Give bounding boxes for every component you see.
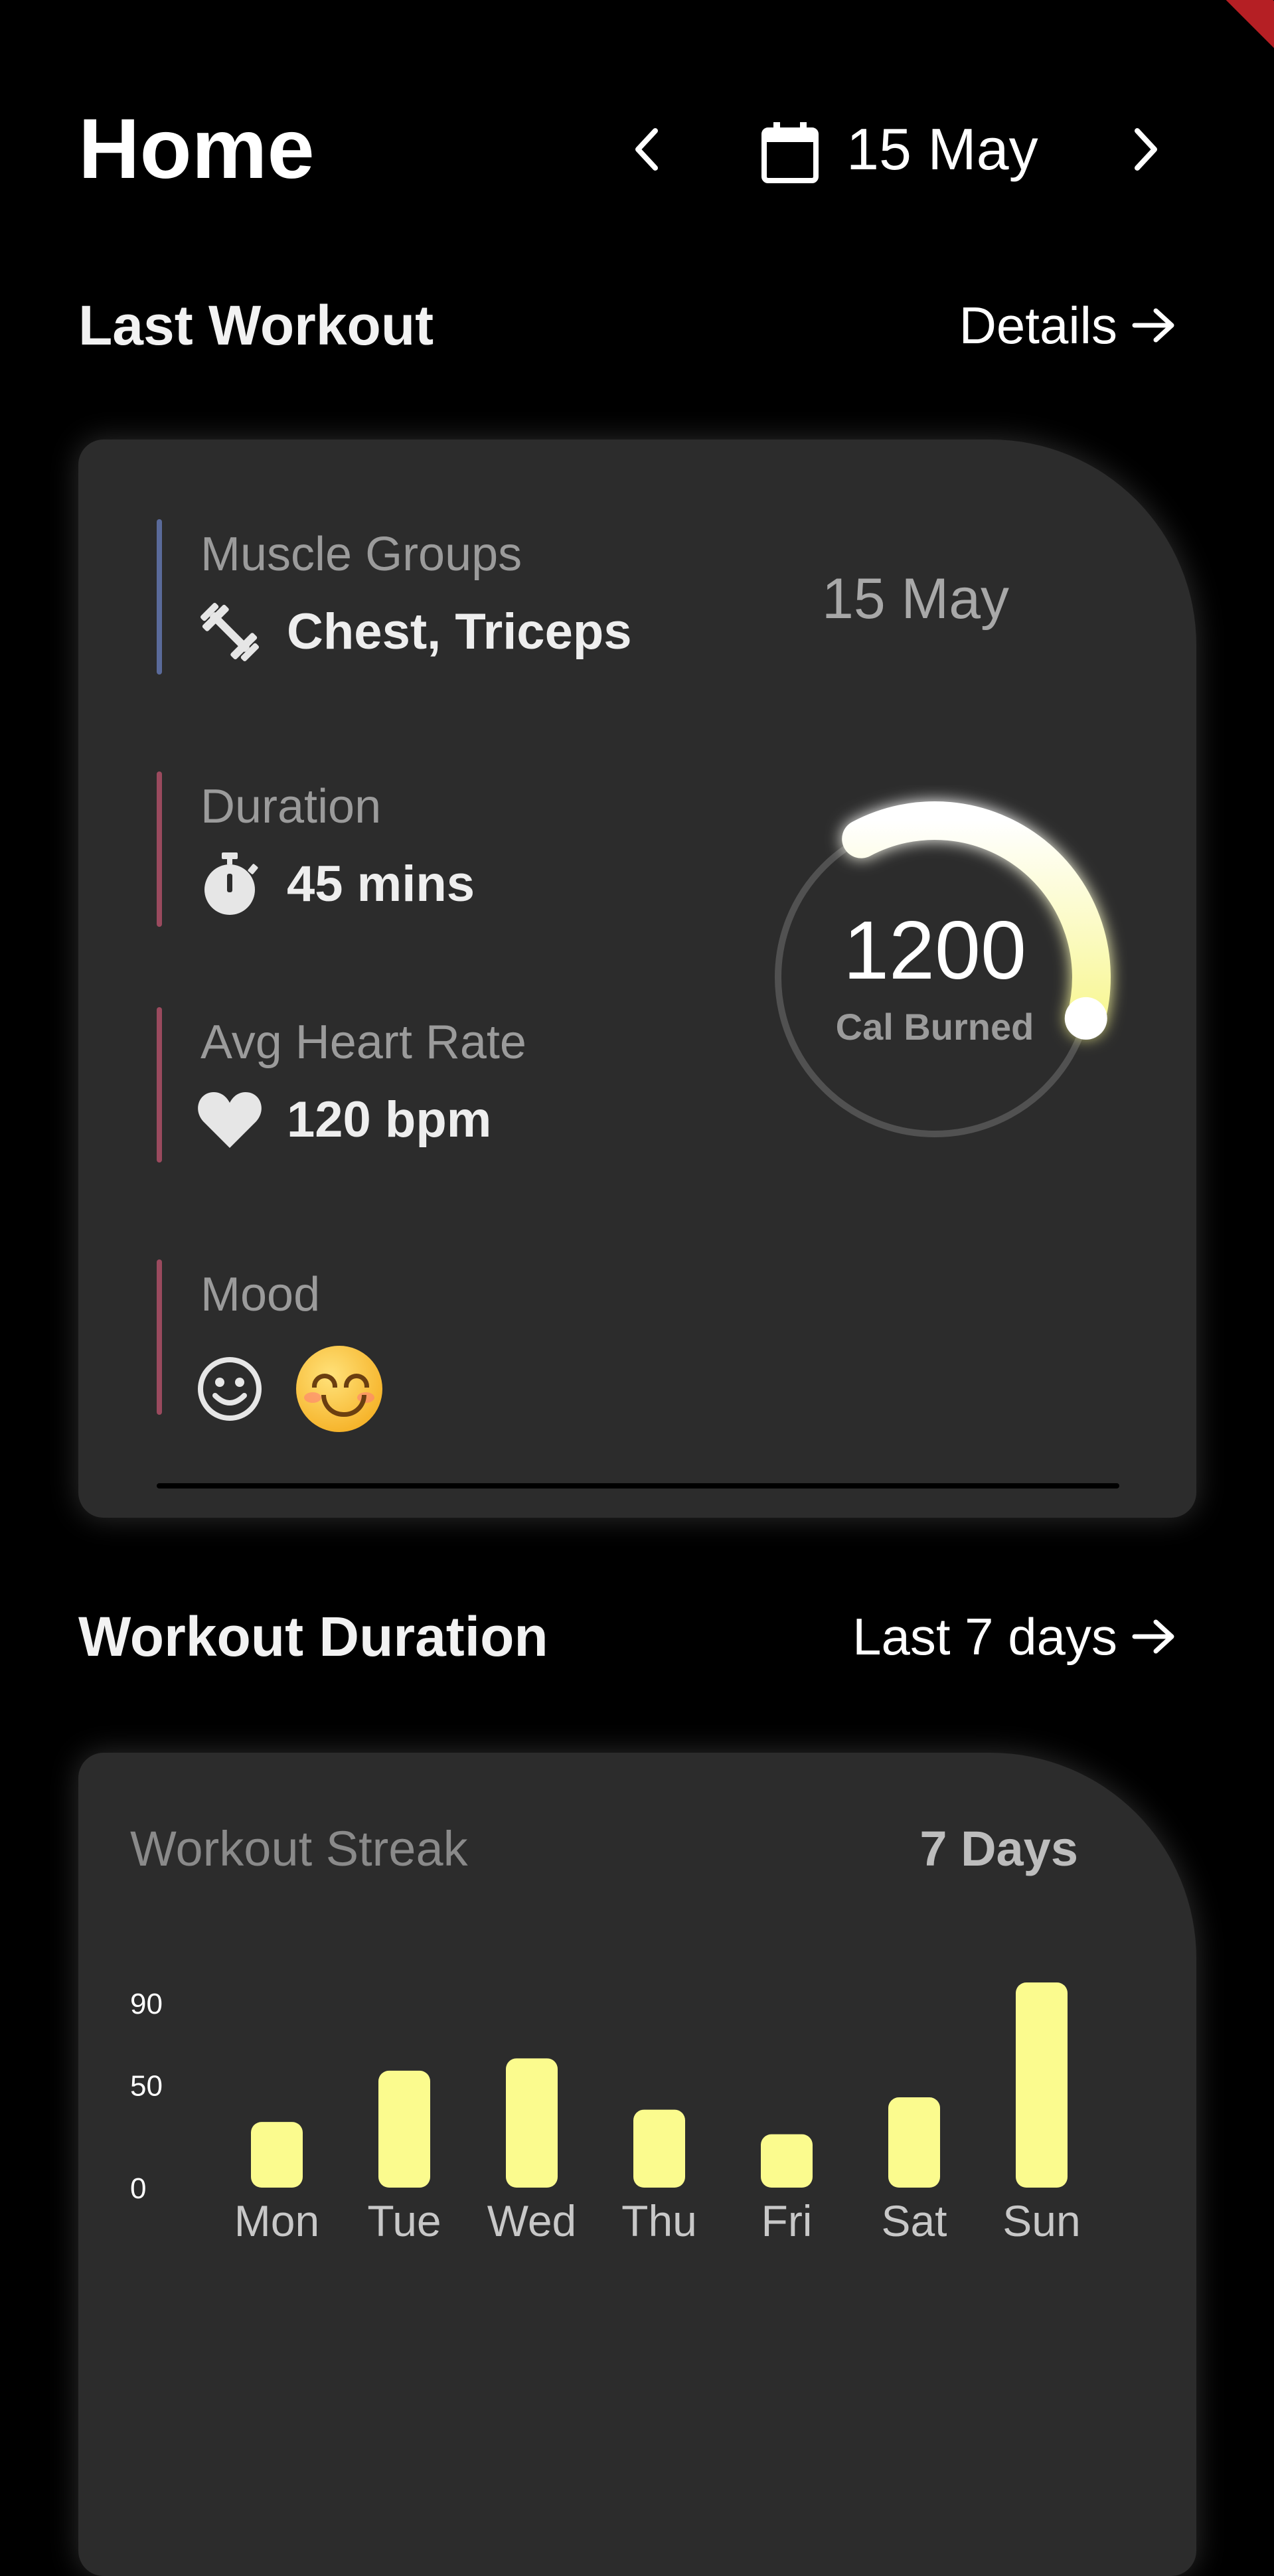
chevron-right-icon[interactable] (1115, 120, 1175, 179)
bar-mon[interactable] (251, 2122, 303, 2188)
x-tick-label: Sun (1002, 2196, 1080, 2245)
smiley-outline-icon (197, 1356, 263, 1422)
workout-streak-value: 7 Days (919, 1821, 1078, 1876)
muscle-groups-accent-bar (157, 519, 162, 675)
calendar-icon[interactable] (760, 121, 820, 188)
y-tick-label: 0 (130, 2172, 146, 2205)
page-title: Home (78, 102, 315, 197)
smiling-face-emoji-icon[interactable] (296, 1346, 382, 1432)
heart-rate-value: 120 bpm (287, 1091, 492, 1148)
x-tick-label: Mon (234, 2196, 319, 2245)
muscle-groups-label: Muscle Groups (200, 528, 522, 581)
last-workout-card[interactable]: Muscle Groups Chest, Triceps 15 May Dura… (78, 440, 1196, 1518)
y-tick-label: 50 (130, 2070, 163, 2103)
mood-label: Mood (200, 1268, 321, 1321)
details-link[interactable]: Details (959, 292, 1176, 359)
bar-sat[interactable] (888, 2097, 940, 2188)
heart-rate-accent-bar (157, 1007, 162, 1163)
mood-accent-bar (157, 1259, 162, 1415)
last-7-days-link[interactable]: Last 7 days (852, 1603, 1176, 1670)
arrow-right-icon (1132, 1619, 1174, 1654)
bar-sun[interactable] (1016, 1982, 1068, 2188)
debug-banner (1214, 0, 1274, 60)
heart-icon (197, 1089, 263, 1151)
x-tick-label: Tue (367, 2196, 441, 2245)
bar-wed[interactable] (506, 2058, 558, 2188)
arrow-right-icon (1132, 308, 1174, 343)
workout-duration-chart: 0 50 90 Mon Tue Wed Thu Fri Sat Sun (130, 1982, 1081, 2245)
stopwatch-icon (197, 851, 263, 918)
calories-value: 1200 (843, 905, 1026, 997)
date-navigator: 15 May (617, 106, 1188, 193)
workout-streak-label: Workout Streak (130, 1821, 468, 1876)
muscle-groups-value: Chest, Triceps (287, 604, 632, 660)
dumbbell-icon (197, 599, 263, 665)
last-7-days-label: Last 7 days (852, 1607, 1117, 1666)
y-tick-label: 90 (130, 1988, 163, 2020)
x-tick-label: Thu (621, 2196, 697, 2245)
bar-thu[interactable] (633, 2109, 685, 2188)
duration-accent-bar (157, 771, 162, 927)
details-link-label: Details (959, 296, 1117, 355)
calories-label: Cal Burned (835, 1006, 1034, 1048)
workout-duration-title: Workout Duration (78, 1605, 548, 1668)
x-tick-label: Sat (881, 2196, 947, 2245)
heart-rate-label: Avg Heart Rate (200, 1016, 526, 1069)
workout-date: 15 May (822, 567, 1010, 631)
bar-fri[interactable] (761, 2134, 813, 2188)
x-tick-label: Fri (761, 2196, 813, 2245)
card-divider (157, 1483, 1119, 1489)
selected-date[interactable]: 15 May (846, 113, 1038, 186)
chevron-left-icon[interactable] (617, 120, 677, 179)
workout-duration-card[interactable]: Workout Streak 7 Days 0 50 90 Mon Tue Wed Thu F… (78, 1753, 1196, 2576)
last-workout-title: Last Workout (78, 294, 434, 357)
x-tick-label: Wed (487, 2196, 577, 2245)
calories-ring: 1200 Cal Burned (742, 785, 1127, 1170)
duration-value: 45 mins (287, 856, 475, 912)
bar-tue[interactable] (378, 2070, 430, 2188)
duration-label: Duration (200, 780, 382, 833)
